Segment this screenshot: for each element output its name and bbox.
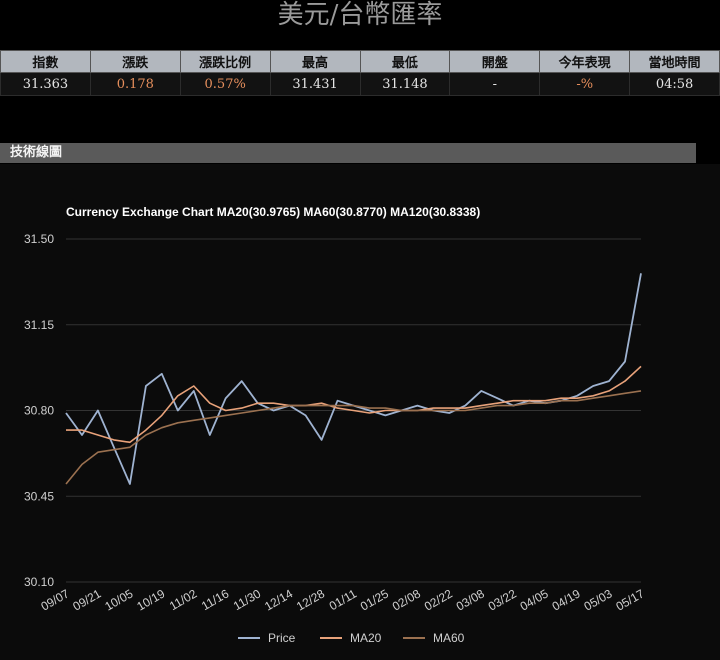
- x-tick-label: 02/08: [390, 586, 423, 613]
- x-tick-label: 04/05: [518, 586, 551, 613]
- series-layer: [65, 273, 642, 485]
- x-tick-label: 01/11: [327, 586, 360, 613]
- header-high: 最高: [269, 50, 361, 73]
- x-axis-ticks: 09/0709/2110/0510/19 11/02 11/16 11/3012/14…: [38, 586, 646, 613]
- page-title: 美元/台幣匯率: [277, 0, 443, 30]
- x-tick-label: 11/30: [231, 586, 264, 613]
- quote-header-row: 指數 漲跌 漲跌比例 最高 最低 開盤 今年表現 當地時間: [0, 50, 720, 73]
- x-tick-label: 11/16: [199, 586, 232, 613]
- chart-title: Currency Exchange Chart MA20(30.9765) MA…: [66, 205, 480, 219]
- value-change: 0.178: [89, 72, 181, 96]
- ma20-line: [66, 365, 642, 444]
- section-header-technical-chart: 技術線圖: [0, 143, 696, 163]
- quote-value-row: 31.363 0.178 0.57% 31.431 31.148 - -% 04…: [0, 72, 720, 96]
- y-tick-label: 31.50: [24, 232, 54, 246]
- chart-panel: Currency Exchange Chart MA20(30.9765) MA…: [0, 164, 720, 660]
- header-local-time: 當地時間: [629, 50, 720, 73]
- value-local-time: 04:58: [629, 72, 720, 96]
- x-tick-label: 05/03: [582, 586, 615, 613]
- x-tick-label: 03/08: [454, 586, 487, 613]
- exchange-rate-chart: Currency Exchange Chart MA20(30.9765) MA…: [24, 205, 647, 645]
- x-tick-label: 11/02: [167, 586, 200, 613]
- header-change: 漲跌: [89, 50, 181, 73]
- x-tick-label: 12/28: [294, 586, 327, 613]
- x-tick-label: 09/07: [38, 586, 71, 613]
- x-tick-label: 05/17: [613, 586, 646, 613]
- y-tick-label: 30.10: [24, 575, 54, 589]
- y-tick-label: 31.15: [24, 318, 54, 332]
- value-index: 31.363: [0, 72, 91, 96]
- y-axis-ticks: 30.10 30.45 30.80 31.15 31.50: [24, 232, 54, 589]
- value-high: 31.431: [269, 72, 361, 96]
- value-ytd: -%: [539, 72, 631, 96]
- legend-label: Price: [268, 631, 296, 645]
- x-tick-label: 02/22: [422, 586, 455, 613]
- header-ytd: 今年表現: [539, 50, 631, 73]
- value-open: -: [449, 72, 541, 96]
- header-open: 開盤: [449, 50, 541, 73]
- legend-label: MA20: [350, 631, 382, 645]
- x-tick-label: 03/22: [486, 586, 519, 613]
- header-low: 最低: [359, 50, 451, 73]
- price-line: [65, 273, 642, 485]
- value-change-percent: 0.57%: [179, 72, 271, 96]
- x-tick-label: 12/14: [262, 586, 295, 613]
- ma60-line: [65, 390, 642, 485]
- x-tick-label: 01/25: [358, 586, 391, 613]
- value-low: 31.148: [359, 72, 451, 96]
- header-index: 指數: [0, 50, 91, 73]
- y-tick-label: 30.45: [24, 489, 54, 503]
- legend-label: MA60: [433, 631, 465, 645]
- x-tick-label: 10/05: [102, 586, 135, 613]
- x-tick-label: 04/19: [550, 586, 583, 613]
- y-tick-label: 30.80: [24, 404, 54, 418]
- quote-table: 指數 漲跌 漲跌比例 最高 最低 開盤 今年表現 當地時間 31.363 0.1…: [0, 50, 720, 96]
- header-change-percent: 漲跌比例: [179, 50, 271, 73]
- x-tick-label: 09/21: [70, 586, 103, 613]
- x-tick-label: 10/19: [134, 586, 167, 613]
- legend: Price MA20 MA60: [238, 631, 465, 645]
